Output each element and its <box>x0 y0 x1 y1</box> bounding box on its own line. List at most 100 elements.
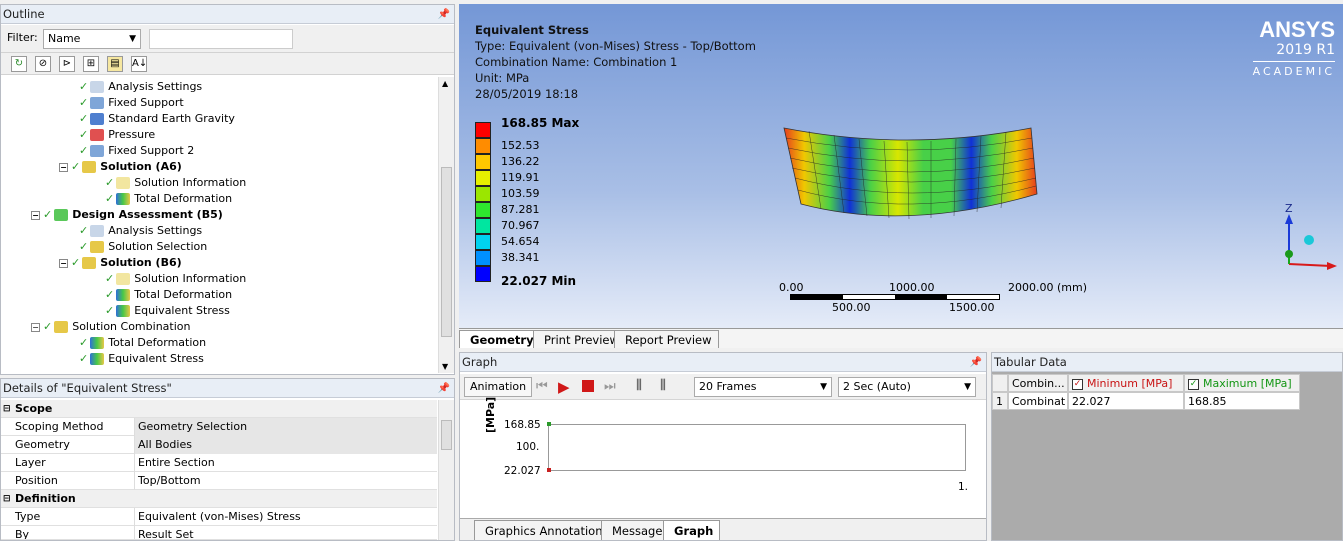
tab-graphics-annotations[interactable]: Graphics Annotations <box>474 520 616 540</box>
details-row[interactable]: Scoping Method Geometry Selection <box>1 418 437 436</box>
collapse-icon[interactable]: − <box>59 162 68 172</box>
maximum-header-label: Maximum [MPa] <box>1203 377 1292 390</box>
pin-icon[interactable]: 📌 <box>438 5 450 24</box>
legend-color-swatch <box>475 250 491 266</box>
details-row[interactable]: Geometry All Bodies <box>1 436 437 454</box>
folder-icon[interactable]: ▤ <box>107 56 123 72</box>
duration-select[interactable]: 2 Sec (Auto) ▼ <box>838 377 976 397</box>
tree-item[interactable]: − ✓ Solution (B6) <box>59 255 182 271</box>
details-value[interactable]: All Bodies <box>135 436 437 454</box>
tree-item[interactable]: − ✓ Solution Combination <box>31 319 190 335</box>
tree-item[interactable]: ✓ Total Deformation <box>105 287 232 303</box>
previous-frame-icon[interactable]: ⏮ <box>536 379 548 394</box>
tab-graph[interactable]: Graph <box>663 520 721 540</box>
collapse-icon[interactable]: ⊟ <box>3 400 11 418</box>
selection-icon <box>90 241 105 253</box>
checkbox-icon[interactable]: ✓ <box>1072 378 1083 390</box>
details-value[interactable]: Equivalent (von-Mises) Stress <box>135 508 437 526</box>
column-header-maximum[interactable]: ✓ Maximum [MPa] <box>1184 374 1300 392</box>
outline-scrollbar[interactable]: ▲ ▼ <box>438 77 454 373</box>
checkbox-icon[interactable]: ✓ <box>1188 378 1199 390</box>
details-value[interactable]: Top/Bottom <box>135 472 437 490</box>
tabular-title: Tabular Data <box>992 353 1342 372</box>
collapse-icon[interactable]: − <box>31 210 40 220</box>
filter-tree-icon[interactable]: ⊳ <box>59 56 75 72</box>
tree-item[interactable]: ✓ Pressure <box>79 127 155 143</box>
section-definition[interactable]: ⊟ Definition <box>1 490 437 508</box>
column-header-combination[interactable]: Combin... <box>1008 374 1068 392</box>
result-sets-icon[interactable]: ⫼ <box>660 378 666 393</box>
frames-select[interactable]: 20 Frames ▼ <box>694 377 832 397</box>
tree-item[interactable]: − ✓ Solution (A6) <box>59 159 182 175</box>
filter-search-input[interactable] <box>149 29 293 49</box>
tree-item-label: Fixed Support <box>108 96 184 109</box>
details-row[interactable]: Position Top/Bottom <box>1 472 437 490</box>
tree-item[interactable]: ✓ Total Deformation <box>79 335 206 351</box>
stop-icon[interactable] <box>582 380 594 392</box>
refresh-icon[interactable]: ↻ <box>11 56 27 72</box>
next-frame-icon[interactable]: ⏭ <box>604 379 616 394</box>
pin-icon[interactable]: 📌 <box>970 353 982 372</box>
details-scrollbar[interactable] <box>438 400 454 540</box>
scrollbar-thumb[interactable] <box>441 167 452 337</box>
details-row[interactable]: By Result Set <box>1 526 437 540</box>
tree-item[interactable]: ✓ Equivalent Stress <box>105 303 230 319</box>
tree-item[interactable]: ✓ Solution Information <box>105 271 246 287</box>
fixed-support-icon <box>90 145 105 157</box>
animation-toolbar: Animation ⏮ ▶ ⏭ ⫼ ⫼ 20 Frames ▼ 2 Sec (A… <box>460 374 986 400</box>
graph-x-tick: 1. <box>958 481 969 493</box>
legend-label: 87.281 <box>501 203 540 216</box>
scale-label: 2000.00 (mm) <box>1008 281 1087 294</box>
collapse-icon[interactable]: ⊟ <box>3 490 11 508</box>
tree-item[interactable]: − ✓ Design Assessment (B5) <box>31 207 223 223</box>
tab-geometry[interactable]: Geometry <box>459 330 541 348</box>
tree-item-label: Design Assessment (B5) <box>72 208 223 221</box>
column-header-minimum[interactable]: ✓ Minimum [MPa] <box>1068 374 1184 392</box>
details-value[interactable]: Geometry Selection <box>135 418 437 436</box>
tree-item-label: Solution Information <box>134 272 247 285</box>
details-row[interactable]: Type Equivalent (von-Mises) Stress <box>1 508 437 526</box>
deformation-icon <box>116 289 131 301</box>
tree-item[interactable]: ✓ Fixed Support 2 <box>79 143 194 159</box>
distributed-frames-icon[interactable]: ⫼ <box>636 378 642 393</box>
graphics-viewport[interactable]: Equivalent Stress Type: Equivalent (von-… <box>459 4 1343 348</box>
sort-az-icon[interactable]: A↓ <box>131 56 147 72</box>
tree-item[interactable]: ✓ Analysis Settings <box>79 223 202 239</box>
row-index[interactable]: 1 <box>992 392 1008 410</box>
stress-contour-model[interactable] <box>779 122 1039 222</box>
tree-item[interactable]: ✓ Fixed Support <box>79 95 184 111</box>
tree-item[interactable]: ✓ Total Deformation <box>105 191 232 207</box>
tree-item[interactable]: ✓ Analysis Settings <box>79 79 202 95</box>
expand-all-icon[interactable]: ⊞ <box>83 56 99 72</box>
filter-select[interactable]: Name ▼ <box>43 29 141 49</box>
section-scope[interactable]: ⊟ Scope <box>1 400 437 418</box>
collapse-icon[interactable]: − <box>31 322 40 332</box>
tree-item[interactable]: ✓ Solution Selection <box>79 239 207 255</box>
legend-color-swatch <box>475 122 491 138</box>
tree-item[interactable]: ✓ Standard Earth Gravity <box>79 111 235 127</box>
tree-item-label: Solution (B6) <box>100 256 182 269</box>
collapse-icon[interactable]: − <box>59 258 68 268</box>
graph-title-text: Graph <box>462 355 498 369</box>
tree-item[interactable]: ✓ Solution Information <box>105 175 246 191</box>
table-cell-combination[interactable]: Combinat <box>1008 392 1068 410</box>
scrollbar-thumb[interactable] <box>441 420 452 450</box>
scroll-up-icon[interactable]: ▲ <box>442 79 448 88</box>
details-row[interactable]: Layer Entire Section <box>1 454 437 472</box>
tab-print-preview[interactable]: Print Preview <box>533 330 626 348</box>
suppress-icon[interactable]: ⊘ <box>35 56 51 72</box>
graph-y-tick: 22.027 <box>504 465 541 477</box>
details-value[interactable]: Entire Section <box>135 454 437 472</box>
minimum-header-label: Minimum [MPa] <box>1087 377 1173 390</box>
play-icon[interactable]: ▶ <box>558 378 570 396</box>
result-type: Type: Equivalent (von-Mises) Stress - To… <box>475 39 756 53</box>
scroll-down-icon[interactable]: ▼ <box>442 362 448 371</box>
tab-report-preview[interactable]: Report Preview <box>614 330 719 348</box>
table-cell-maximum[interactable]: 168.85 <box>1184 392 1300 410</box>
graph-plot-area[interactable] <box>548 424 966 471</box>
tree-item[interactable]: ✓ Equivalent Stress <box>79 351 204 367</box>
pin-icon[interactable]: 📌 <box>438 379 450 398</box>
details-value[interactable]: Result Set <box>135 526 437 539</box>
axis-triad-icon[interactable]: Z <box>1269 202 1343 282</box>
table-cell-minimum[interactable]: 22.027 <box>1068 392 1184 410</box>
